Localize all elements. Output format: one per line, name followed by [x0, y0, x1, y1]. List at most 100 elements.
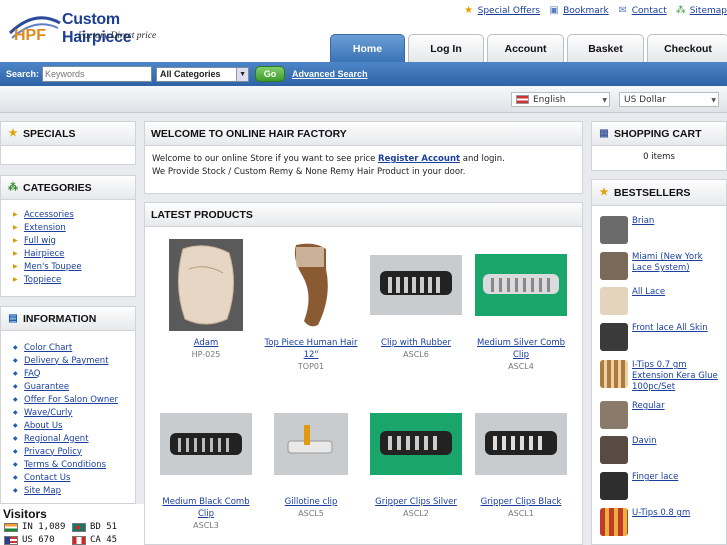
bestseller-item[interactable]: Miami (New York Lace System) [600, 252, 720, 280]
product-thumbnail[interactable] [600, 401, 628, 429]
product-card[interactable]: Gillotine clip ASCL5 [261, 398, 361, 518]
tab-log-in[interactable]: Log In [408, 34, 484, 62]
tab-basket[interactable]: Basket [567, 34, 644, 62]
info-item[interactable]: ◆ FAQ [13, 367, 135, 380]
bestseller-item[interactable]: All Lace [600, 287, 720, 315]
bullet-icon: ▶ [13, 224, 18, 231]
category-select[interactable]: All Categories ▼ [156, 66, 250, 82]
category-select-value: All Categories [160, 69, 221, 79]
advanced-search-link[interactable]: Advanced Search [292, 69, 368, 79]
product-name[interactable]: Gripper Clips Silver [366, 496, 466, 508]
product-image[interactable] [366, 398, 466, 490]
visitor-row: CA 45 [72, 535, 117, 545]
bookmark-icon: ▣ [549, 5, 559, 16]
product-name[interactable]: Gillotine clip [261, 496, 361, 508]
category-item[interactable]: ▶ Hairpiece [13, 247, 135, 260]
book-icon: ▤ [8, 313, 18, 324]
bullet-icon: ◆ [13, 487, 18, 494]
product-code: ASCL6 [403, 350, 429, 359]
product-thumbnail[interactable] [600, 508, 628, 536]
product-thumbnail[interactable] [600, 472, 628, 500]
product-image[interactable] [366, 239, 466, 331]
visitors-widget: Visitors IN 1,089 BD 51 US 670 CA 45 [0, 504, 146, 545]
bestseller-item[interactable]: Davin [600, 436, 720, 464]
tab-account[interactable]: Account [487, 34, 564, 62]
search-bar: Search: All Categories ▼ Go Advanced Sea… [0, 62, 727, 86]
sitemap-link[interactable]: ⁂ Sitemap [675, 5, 727, 16]
bookmark-link[interactable]: ▣ Bookmark [548, 5, 608, 16]
specials-header: ★ SPECIALS [1, 122, 135, 146]
info-item[interactable]: ◆ Contact Us [13, 471, 135, 484]
product-image[interactable] [156, 239, 256, 331]
info-item[interactable]: ◆ Color Chart [13, 341, 135, 354]
category-item[interactable]: ▶ Full wig [13, 234, 135, 247]
product-name[interactable]: Medium Silver Comb Clip [471, 337, 571, 361]
info-item[interactable]: ◆ Terms & Conditions [13, 458, 135, 471]
star-icon: ★ [8, 128, 18, 139]
category-item[interactable]: ▶ Toppiece [13, 273, 135, 286]
currency-select[interactable]: US Dollar ▼ [619, 92, 719, 107]
product-name[interactable]: Clip with Rubber [366, 337, 466, 349]
tab-checkout[interactable]: Checkout [647, 34, 727, 62]
product-thumbnail[interactable] [600, 216, 628, 244]
product-image[interactable] [261, 398, 361, 490]
info-item[interactable]: ◆ Offer For Salon Owner [13, 393, 135, 406]
top-links: ★ Special Offers ▣ Bookmark ✉ Contact ⁂ Site… [463, 5, 727, 16]
bestseller-item[interactable]: Brian [600, 216, 720, 244]
bullet-icon: ◆ [13, 461, 18, 468]
welcome-text: Welcome to our online Store if you want … [152, 154, 505, 177]
bestseller-item[interactable]: I-Tips 0.7 gm Extension Kera Glue 100pc/… [600, 360, 720, 393]
product-image[interactable] [261, 239, 361, 331]
product-thumbnail[interactable] [600, 252, 628, 280]
visitors-title: Visitors [3, 507, 47, 521]
product-thumbnail[interactable] [600, 436, 628, 464]
bestseller-item[interactable]: U-Tips 0.8 gm [600, 508, 720, 536]
info-item[interactable]: ◆ Privacy Policy [13, 445, 135, 458]
bullet-icon: ◆ [13, 435, 18, 442]
product-thumbnail[interactable] [600, 323, 628, 351]
product-code: ASCL3 [193, 521, 219, 530]
product-thumbnail[interactable] [600, 360, 628, 388]
category-item[interactable]: ▶ Extension [13, 221, 135, 234]
product-name[interactable]: Top Piece Human Hair 12" [261, 337, 361, 361]
product-card[interactable]: Gripper Clips Black ASCL1 [471, 398, 571, 518]
product-name[interactable]: Gripper Clips Black [471, 496, 571, 508]
info-item[interactable]: ◆ Delivery & Payment [13, 354, 135, 367]
product-card[interactable]: Adam HP-025 [156, 239, 256, 359]
chevron-down-icon: ▼ [602, 97, 607, 104]
info-item[interactable]: ◆ Guarantee [13, 380, 135, 393]
product-card[interactable]: Medium Black Comb Clip ASCL3 [156, 398, 256, 530]
bestseller-item[interactable]: Finger lace [600, 472, 720, 500]
category-list: ▶ Accessories ▶ Extension ▶ Full wig ▶ Hairp… [1, 200, 135, 286]
info-item[interactable]: ◆ About Us [13, 419, 135, 432]
product-card[interactable]: Medium Silver Comb Clip ASCL4 [471, 239, 571, 371]
tab-home[interactable]: Home [330, 34, 405, 62]
contact-link[interactable]: ✉ Contact [617, 5, 667, 16]
product-card[interactable]: Gripper Clips Silver ASCL2 [366, 398, 466, 518]
language-select[interactable]: English ▼ [511, 92, 610, 107]
info-item[interactable]: ◆ Wave/Curly [13, 406, 135, 419]
product-name[interactable]: Medium Black Comb Clip [156, 496, 256, 520]
hairpiece-image [169, 239, 243, 331]
info-item[interactable]: ◆ Regional Agent [13, 432, 135, 445]
info-item[interactable]: ◆ Site Map [13, 484, 135, 497]
category-item[interactable]: ▶ Accessories [13, 208, 135, 221]
product-image[interactable] [156, 398, 256, 490]
search-input[interactable] [42, 66, 153, 82]
product-card[interactable]: Clip with Rubber ASCL6 [366, 239, 466, 359]
clip-image [370, 255, 462, 315]
product-code: TOP01 [297, 362, 325, 371]
toppiece-image [274, 239, 348, 331]
special-offers-link[interactable]: ★ Special Offers [463, 5, 540, 16]
product-thumbnail[interactable] [600, 287, 628, 315]
product-card[interactable]: Top Piece Human Hair 12" TOP01 [261, 239, 361, 371]
category-item[interactable]: ▶ Men's Toupee [13, 260, 135, 273]
product-name[interactable]: Adam [156, 337, 256, 349]
logo[interactable]: HPF Custom Hairpiece Factory Direct pric… [8, 6, 178, 46]
bestseller-item[interactable]: Front lace All Skin [600, 323, 720, 351]
bestseller-item[interactable]: Regular [600, 401, 720, 429]
register-account-link[interactable]: Register Account [378, 154, 460, 164]
product-image[interactable] [471, 398, 571, 490]
product-image[interactable] [471, 239, 571, 331]
go-button[interactable]: Go [255, 66, 286, 82]
